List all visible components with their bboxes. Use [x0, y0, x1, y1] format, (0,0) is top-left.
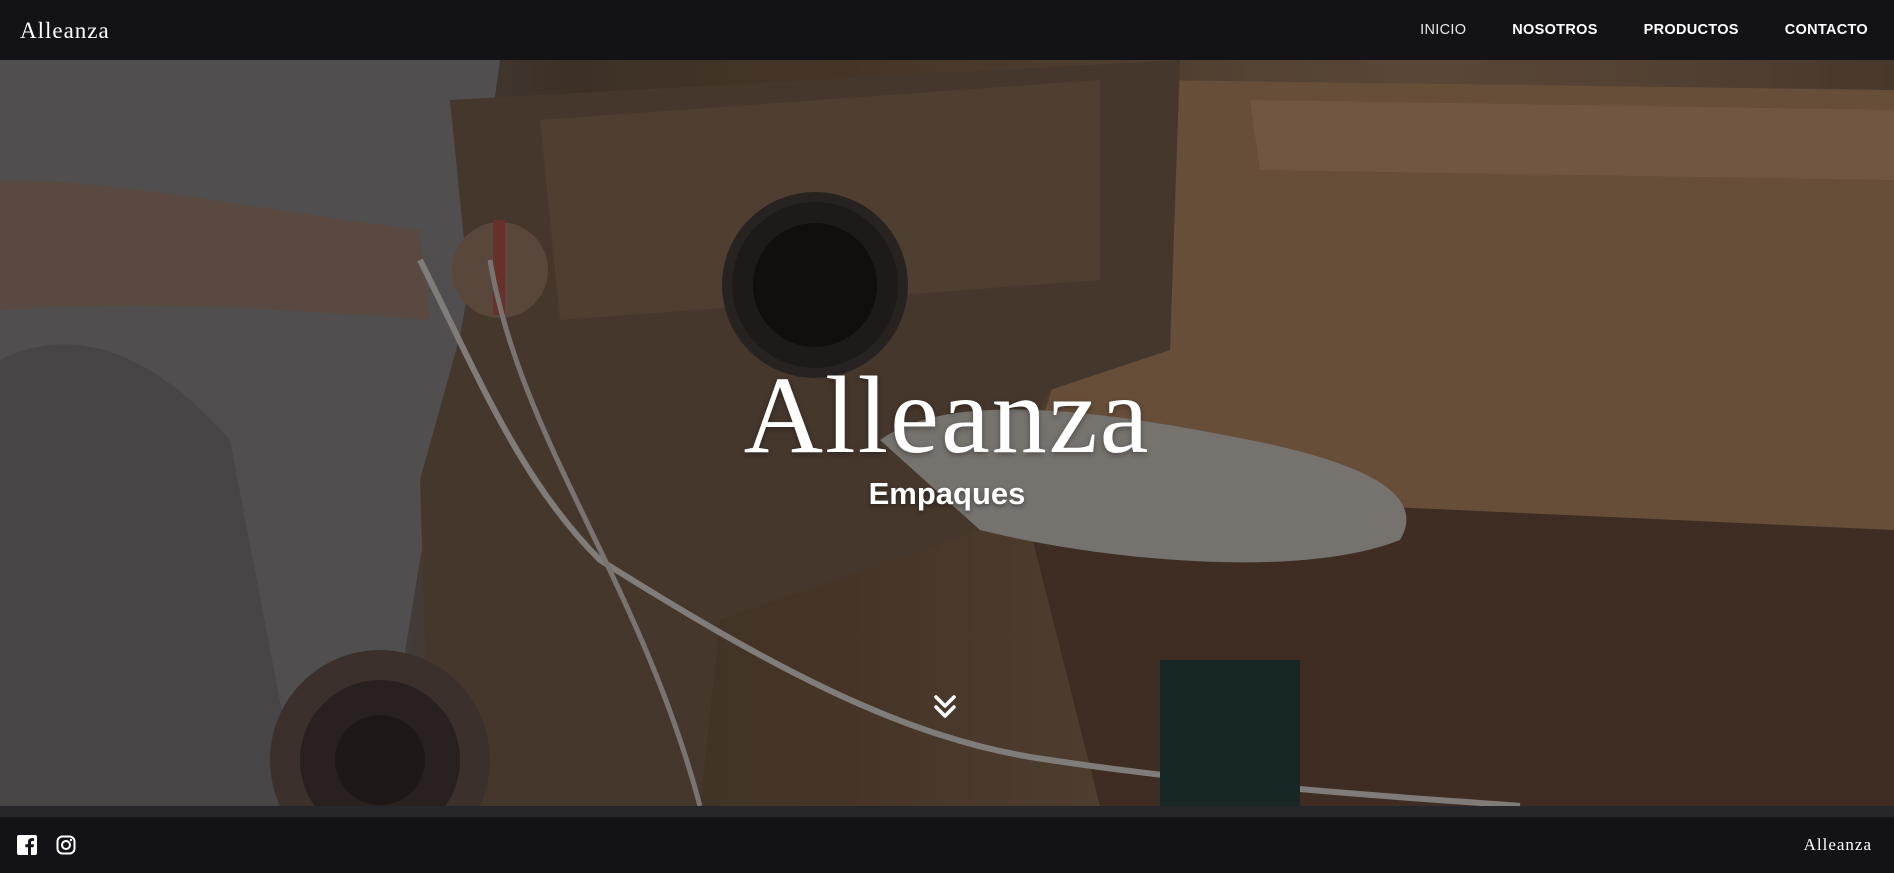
hero-subtitle: Empaques — [868, 476, 1026, 511]
nav-link-inicio[interactable]: INICIO — [1420, 22, 1466, 38]
facebook-icon[interactable] — [17, 835, 37, 855]
section-divider — [0, 806, 1894, 817]
instagram-icon[interactable] — [56, 835, 76, 855]
footer-logo: Alleanza — [1803, 835, 1872, 854]
social-links — [17, 835, 76, 855]
double-chevron-down-icon[interactable] — [931, 692, 959, 722]
hero-title-group: Alleanza Empaques — [0, 360, 1894, 512]
brand-logo[interactable]: Alleanza — [20, 19, 110, 42]
main-nav: INICIO NOSOTROS PRODUCTOS CONTACTO — [1420, 22, 1868, 38]
footer: Alleanza — [0, 817, 1894, 873]
hero-logo: Alleanza — [743, 354, 1151, 476]
top-navigation-bar: Alleanza INICIO NOSOTROS PRODUCTOS CONTA… — [0, 0, 1894, 60]
hero-section: Alleanza Empaques — [0, 60, 1894, 806]
nav-link-productos[interactable]: PRODUCTOS — [1644, 22, 1739, 38]
nav-link-nosotros[interactable]: NOSOTROS — [1512, 22, 1597, 38]
nav-link-contacto[interactable]: CONTACTO — [1785, 22, 1868, 38]
